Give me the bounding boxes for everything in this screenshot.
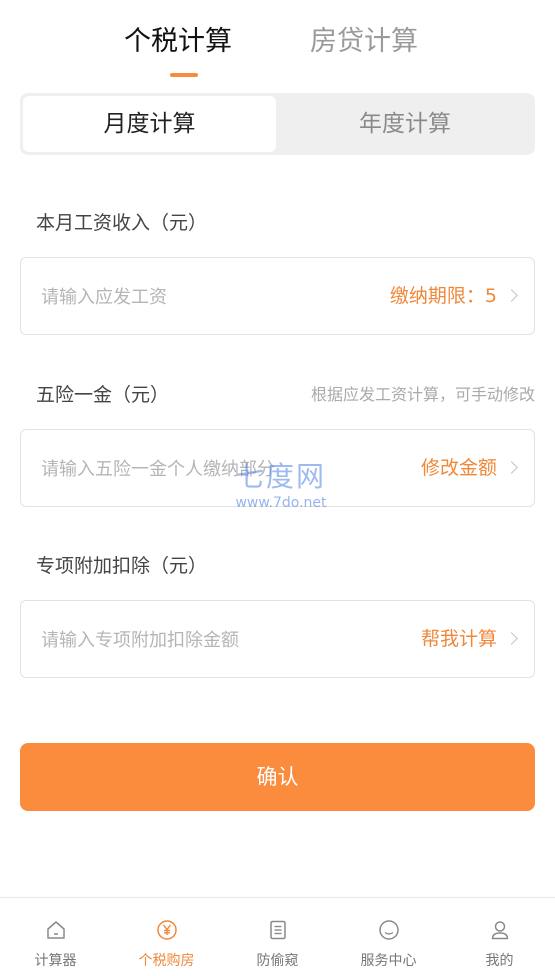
deduction-label: 专项附加扣除（元） [36, 555, 208, 577]
nav-label: 防偷窥 [256, 953, 299, 969]
tab-mortgage-calculation[interactable]: 房贷计算 [310, 24, 418, 60]
nav-label: 计算器 [34, 953, 77, 969]
tab-tax-calculation[interactable]: 个税计算 [124, 24, 232, 60]
deduction-field: 帮我计算 [20, 600, 535, 679]
segment-monthly[interactable]: 月度计算 [23, 96, 276, 152]
nav-item-service-center[interactable]: 服务中心 [333, 898, 444, 976]
insurance-label: 五险一金（元） [36, 384, 170, 406]
payment-period-button[interactable]: 缴纳期限：5 [389, 258, 518, 334]
insurance-field: 修改金额 [20, 429, 535, 508]
help-calculate-label: 帮我计算 [420, 628, 497, 650]
modify-amount-button[interactable]: 修改金额 [420, 430, 518, 506]
confirm-button[interactable]: 确认 [20, 743, 535, 811]
modify-amount-label: 修改金额 [420, 457, 497, 479]
chevron-right-icon [505, 461, 518, 474]
nav-item-mine[interactable]: 我的 [444, 898, 555, 976]
salary-input[interactable] [39, 258, 373, 336]
nav-label: 个税购房 [138, 953, 195, 969]
payment-period-label: 缴纳期限：5 [389, 285, 497, 307]
nav-item-calculator[interactable]: 计算器 [0, 898, 111, 976]
nav-label: 服务中心 [360, 953, 417, 969]
user-icon [491, 921, 509, 940]
help-calculate-button[interactable]: 帮我计算 [420, 601, 518, 677]
period-segmented-control: 月度计算 年度计算 [20, 93, 535, 155]
bottom-navigation: 计算器 个税购房 防偷窥 服务中心 我的 [0, 897, 555, 976]
nav-item-anti-peep[interactable]: 防偷窥 [222, 898, 333, 976]
insurance-hint: 根据应发工资计算，可手动修改 [310, 385, 535, 404]
top-tab-bar: 个税计算 房贷计算 [0, 0, 555, 90]
chat-bubble-icon [379, 920, 399, 940]
chevron-right-icon [505, 289, 518, 302]
home-icon [47, 921, 65, 939]
active-tab-indicator [170, 73, 198, 77]
insurance-input[interactable] [39, 430, 373, 508]
salary-field: 缴纳期限：5 [20, 257, 535, 336]
chevron-right-icon [505, 632, 518, 645]
segment-yearly[interactable]: 年度计算 [278, 96, 532, 152]
salary-label: 本月工资收入（元） [36, 212, 208, 234]
deduction-input[interactable] [39, 601, 373, 679]
yuan-circle-icon [157, 920, 177, 940]
nav-item-tax-house[interactable]: 个税购房 [111, 898, 222, 976]
nav-label: 我的 [485, 953, 514, 969]
document-icon [270, 920, 286, 940]
